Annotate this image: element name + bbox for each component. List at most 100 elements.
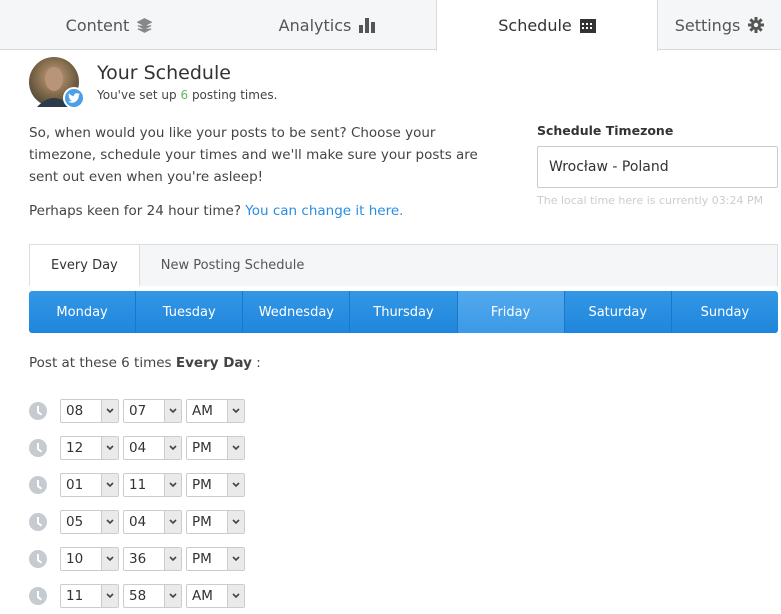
tab-analytics[interactable]: Analytics bbox=[218, 0, 436, 50]
post-times-label: Post at these 6 times Every Day : bbox=[29, 355, 261, 371]
layers-icon bbox=[137, 17, 153, 33]
chevron-down-icon bbox=[227, 473, 244, 496]
chevron-down-icon bbox=[164, 399, 181, 422]
minute-select[interactable]: 11 bbox=[123, 472, 182, 497]
tab-label: Schedule bbox=[498, 16, 572, 35]
tab-label: Analytics bbox=[278, 15, 352, 35]
day-button-tuesday[interactable]: Tuesday bbox=[136, 291, 244, 333]
chevron-down-icon bbox=[164, 510, 181, 533]
chevron-down-icon bbox=[101, 473, 118, 496]
chevron-down-icon bbox=[101, 399, 118, 422]
minute-value: 11 bbox=[129, 476, 147, 493]
minute-select[interactable]: 04 bbox=[123, 435, 182, 460]
tab-every-day[interactable]: Every Day bbox=[30, 245, 140, 286]
page-title: Your Schedule bbox=[97, 62, 231, 84]
ampm-value: AM bbox=[192, 587, 213, 604]
count-value: 6 bbox=[180, 88, 189, 102]
chevron-down-icon bbox=[101, 584, 118, 607]
minute-select[interactable]: 36 bbox=[123, 546, 182, 571]
tab-settings[interactable]: Settings bbox=[658, 0, 781, 50]
time-row: 11 58 AM bbox=[29, 577, 249, 614]
chevron-down-icon bbox=[164, 473, 181, 496]
chevron-down-icon bbox=[227, 399, 244, 422]
minute-value: 04 bbox=[129, 513, 147, 530]
hour-select[interactable]: 10 bbox=[60, 546, 119, 571]
chevron-down-icon bbox=[227, 510, 244, 533]
day-button-monday[interactable]: Monday bbox=[29, 291, 137, 333]
ampm-select[interactable]: PM bbox=[186, 472, 245, 497]
minute-value: 04 bbox=[129, 439, 147, 456]
count-prefix: You've set up bbox=[97, 88, 181, 102]
timezone-label: Schedule Timezone bbox=[537, 123, 674, 138]
ampm-value: PM bbox=[192, 439, 212, 456]
clock-icon bbox=[29, 438, 47, 457]
hour-value: 05 bbox=[66, 513, 84, 530]
clock-icon bbox=[29, 549, 47, 568]
time-row: 10 36 PM bbox=[29, 540, 249, 577]
schedule-tabs: Every Day New Posting Schedule bbox=[29, 244, 778, 286]
time-row: 01 11 PM bbox=[29, 466, 249, 503]
tab-schedule[interactable]: Schedule bbox=[436, 0, 658, 51]
hour-select[interactable]: 08 bbox=[60, 398, 119, 423]
minute-value: 58 bbox=[129, 587, 147, 604]
chevron-down-icon bbox=[101, 547, 118, 570]
clock-icon bbox=[29, 512, 47, 531]
hour-select[interactable]: 12 bbox=[60, 435, 119, 460]
chevron-down-icon bbox=[164, 584, 181, 607]
local-time-hint: The local time here is currently 03:24 P… bbox=[537, 194, 764, 207]
ampm-select[interactable]: PM bbox=[186, 546, 245, 571]
hour-select[interactable]: 11 bbox=[60, 583, 119, 608]
label-prefix: Post at these 6 times bbox=[29, 355, 176, 371]
timezone-section: Schedule Timezone The local time here is… bbox=[537, 123, 778, 207]
hour-select[interactable]: 05 bbox=[60, 509, 119, 534]
calendar-icon bbox=[579, 19, 596, 33]
ampm-select[interactable]: PM bbox=[186, 435, 245, 460]
change-time-format-link[interactable]: You can change it here. bbox=[245, 203, 403, 219]
day-button-friday[interactable]: Friday bbox=[457, 291, 565, 333]
posting-times-list: 08 07 AM 12 04 PM 01 11 PM 05 04 PM 10 36 PM 11 58 AM bbox=[29, 392, 249, 614]
schedule-header: Your Schedule You've set up 6 posting ti… bbox=[29, 57, 277, 109]
ampm-select[interactable]: PM bbox=[186, 509, 245, 534]
time-format-prompt: Perhaps keen for 24 hour time? You can c… bbox=[29, 203, 403, 219]
minute-select[interactable]: 04 bbox=[123, 509, 182, 534]
tab-label: Settings bbox=[674, 15, 741, 35]
bar-chart-icon bbox=[359, 17, 376, 33]
hour-value: 12 bbox=[66, 439, 84, 456]
ampm-value: PM bbox=[192, 550, 212, 567]
hour-value: 11 bbox=[66, 587, 84, 604]
label-suffix: : bbox=[251, 355, 261, 371]
chevron-down-icon bbox=[227, 436, 244, 459]
time-row: 12 04 PM bbox=[29, 429, 249, 466]
top-nav: Content Analytics Schedule Settings bbox=[0, 0, 781, 51]
day-button-wednesday[interactable]: Wednesday bbox=[243, 291, 351, 333]
chevron-down-icon bbox=[101, 510, 118, 533]
clock-icon bbox=[29, 475, 47, 494]
ampm-value: AM bbox=[192, 402, 213, 419]
minute-select[interactable]: 07 bbox=[123, 398, 182, 423]
day-button-thursday[interactable]: Thursday bbox=[350, 291, 458, 333]
minute-select[interactable]: 58 bbox=[123, 583, 182, 608]
chevron-down-icon bbox=[101, 436, 118, 459]
tab-content[interactable]: Content bbox=[0, 0, 218, 50]
label-bold: Every Day bbox=[175, 355, 252, 371]
intro-text: So, when would you like your posts to be… bbox=[29, 125, 478, 185]
timezone-input[interactable] bbox=[537, 146, 778, 188]
gear-icon bbox=[748, 17, 765, 33]
ampm-select[interactable]: AM bbox=[186, 398, 245, 423]
chevron-down-icon bbox=[164, 547, 181, 570]
day-button-saturday[interactable]: Saturday bbox=[565, 291, 672, 333]
clock-icon bbox=[29, 401, 47, 420]
time-row: 05 04 PM bbox=[29, 503, 249, 540]
hour-value: 10 bbox=[66, 550, 84, 567]
day-selector: Monday Tuesday Wednesday Thursday Friday Satu… bbox=[29, 291, 778, 333]
avatar bbox=[29, 57, 85, 109]
hour-value: 08 bbox=[66, 402, 84, 419]
twitter-icon bbox=[63, 87, 85, 109]
chevron-down-icon bbox=[164, 436, 181, 459]
chevron-down-icon bbox=[227, 547, 244, 570]
day-button-sunday[interactable]: Sunday bbox=[672, 291, 778, 333]
ampm-select[interactable]: AM bbox=[186, 583, 245, 608]
hour-select[interactable]: 01 bbox=[60, 472, 119, 497]
tab-new-posting-schedule[interactable]: New Posting Schedule bbox=[140, 245, 326, 286]
prompt-text: Perhaps keen for 24 hour time? bbox=[29, 203, 246, 219]
